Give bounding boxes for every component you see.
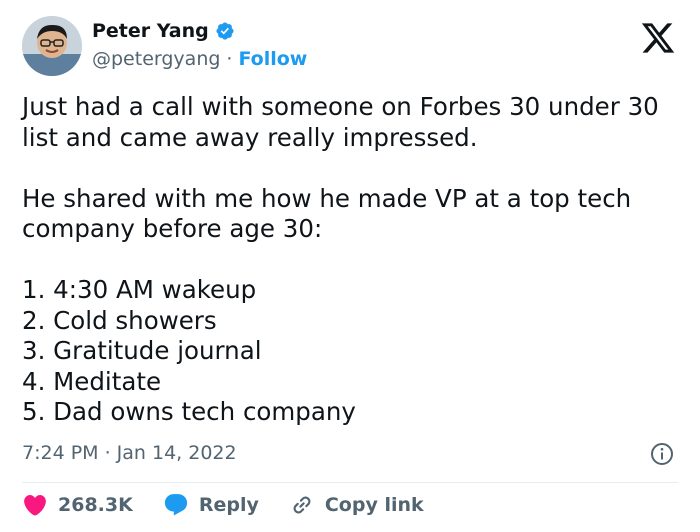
tweet-timestamp[interactable]: 7:24 PM · Jan 14, 2022 bbox=[22, 442, 237, 464]
tweet-paragraph: Just had a call with someone on Forbes 3… bbox=[22, 92, 659, 152]
list-item: 4. Meditate bbox=[22, 366, 162, 396]
verified-badge-icon bbox=[215, 21, 235, 41]
tweet-text: Just had a call with someone on Forbes 3… bbox=[22, 92, 682, 428]
like-button[interactable]: 268.3K bbox=[22, 492, 133, 518]
tweet-card: Peter Yang @petergyang · Follow Just had… bbox=[0, 0, 700, 532]
author-handle[interactable]: @petergyang bbox=[92, 48, 220, 70]
list-item: 3. Gratitude journal bbox=[22, 336, 262, 365]
tweet-list: 1. 4:30 AM wakeup 2. Cold showers 3. Gra… bbox=[22, 275, 682, 428]
avatar[interactable] bbox=[22, 16, 82, 76]
heart-icon bbox=[22, 492, 48, 518]
author-name[interactable]: Peter Yang bbox=[92, 20, 209, 42]
list-item: 1. 4:30 AM wakeup bbox=[22, 275, 257, 304]
x-logo-icon[interactable] bbox=[638, 20, 678, 56]
follow-button[interactable]: Follow bbox=[238, 48, 307, 70]
copy-link-button[interactable]: Copy link bbox=[289, 492, 424, 518]
tweet-timestamp-row: 7:24 PM · Jan 14, 2022 bbox=[22, 442, 237, 464]
list-item: 2. Cold showers bbox=[22, 305, 217, 335]
separator-dot: · bbox=[226, 48, 233, 70]
tweet-paragraph: He shared with me how he made VP at a to… bbox=[22, 183, 632, 244]
reply-label: Reply bbox=[198, 494, 259, 516]
link-icon bbox=[289, 492, 315, 518]
reply-button[interactable]: Reply bbox=[163, 492, 259, 518]
divider bbox=[22, 482, 678, 483]
info-icon[interactable] bbox=[650, 442, 674, 466]
list-item: 5. Dad owns tech company bbox=[22, 397, 356, 426]
action-bar: 268.3K Reply Copy link bbox=[22, 490, 454, 520]
like-count: 268.3K bbox=[58, 494, 133, 516]
copy-link-label: Copy link bbox=[324, 494, 424, 516]
author-name-row: Peter Yang bbox=[92, 20, 235, 42]
author-handle-row: @petergyang · Follow bbox=[92, 48, 307, 70]
speech-bubble-icon bbox=[163, 492, 189, 518]
